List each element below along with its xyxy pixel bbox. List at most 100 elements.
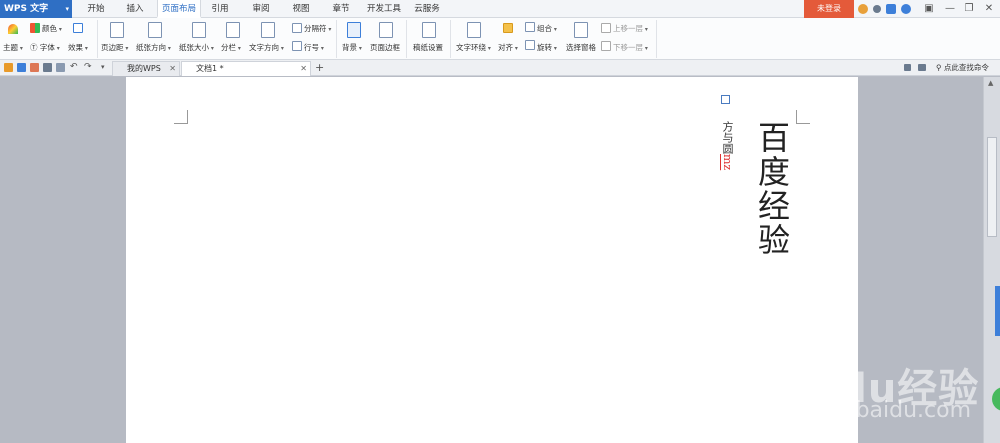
line-numbers-button[interactable]: 行号 (304, 42, 324, 53)
theme-icon (8, 24, 18, 34)
align-icon (503, 23, 513, 33)
scroll-up-icon[interactable]: ▲ (988, 79, 993, 87)
send-backward-button[interactable]: 下移一层 (613, 42, 648, 53)
pin-icon[interactable] (904, 64, 911, 71)
send-backward-icon (601, 41, 611, 51)
export-pdf-icon[interactable] (30, 63, 39, 72)
new-tab-button[interactable]: + (315, 60, 324, 75)
selection-pane-icon (574, 22, 588, 38)
search-command-input[interactable]: ⚲ 点此查找命令 (936, 60, 989, 75)
divider (450, 20, 451, 58)
tab-review[interactable]: 审阅 (244, 0, 278, 18)
paper-size-icon (192, 22, 206, 38)
undo-icon[interactable]: ↶ (70, 63, 79, 72)
breaks-button[interactable]: 分隔符 (304, 23, 331, 34)
rotate-button[interactable]: 旋转 (537, 42, 557, 53)
tab-page-layout[interactable]: 页面布局 (157, 0, 201, 18)
text-direction-icon (261, 22, 275, 38)
bring-forward-icon (601, 23, 611, 33)
misspelled-text: mz (721, 154, 734, 171)
text-wrap-icon (467, 22, 481, 38)
tab-developer[interactable]: 开发工具 (362, 0, 406, 18)
save-icon[interactable] (17, 63, 26, 72)
close-icon[interactable]: ✕ (981, 0, 997, 18)
divider (656, 20, 657, 58)
margin-corner-mark (796, 110, 810, 124)
chevron-down-icon[interactable]: ▾ (101, 63, 110, 72)
login-button[interactable]: 未登录 (804, 0, 854, 18)
search-icon: ⚲ (936, 63, 944, 72)
tab-section[interactable]: 章节 (324, 0, 358, 18)
minimize-ribbon-icon[interactable]: ▣ (921, 0, 937, 18)
divider (406, 20, 407, 58)
breaks-icon (292, 23, 302, 33)
divider (97, 20, 98, 58)
group-icon (525, 22, 535, 32)
selection-pane-button[interactable]: 选择窗格 (566, 42, 596, 53)
document-tab-bar: ↶ ↷ ▾ 我的WPS ✕ 文档1 * ✕ + ⚲ 点此查找命令 (0, 60, 1000, 76)
line-numbers-icon (292, 41, 302, 51)
app-menu-button[interactable]: WPS 文字 ▾ (0, 0, 72, 18)
text-wrap-button[interactable]: 文字环绕 (456, 42, 491, 53)
menu-bar: WPS 文字 ▾ 开始 插入 页面布局 引用 审阅 视图 章节 开发工具 云服务… (0, 0, 1000, 18)
orientation-button[interactable]: 纸张方向 (136, 42, 171, 53)
manuscript-icon (422, 22, 436, 38)
divider (336, 20, 337, 58)
chevron-down-icon: ▾ (65, 5, 69, 13)
open-icon[interactable] (4, 63, 13, 72)
document-page[interactable]: 百度经验 方与圆mz (126, 77, 858, 443)
side-panel-toggle[interactable] (995, 286, 1000, 336)
redo-icon[interactable]: ↷ (84, 63, 93, 72)
watermark-url: jingyan.baidu.com (768, 398, 972, 423)
group-button[interactable]: 组合 (537, 23, 557, 34)
tab-cloud[interactable]: 云服务 (410, 0, 444, 18)
page-border-icon (379, 22, 393, 38)
background-icon (347, 22, 361, 38)
rotate-icon (525, 40, 535, 50)
align-button[interactable]: 对齐 (498, 42, 518, 53)
document-subtitle-text[interactable]: 方与圆mz (720, 121, 734, 170)
tab-label: 文档1 * (196, 64, 224, 73)
minimize-icon[interactable]: — (942, 0, 958, 18)
close-icon[interactable]: ✕ (300, 62, 307, 76)
tab-view[interactable]: 视图 (284, 0, 318, 18)
app-name: WPS 文字 (4, 4, 49, 14)
settings-icon[interactable] (873, 5, 881, 13)
effect-icon (73, 23, 83, 33)
effect-button[interactable]: 效果 (68, 42, 88, 53)
manuscript-button[interactable]: 稿纸设置 (413, 42, 443, 53)
color-button[interactable]: 颜色 (42, 23, 62, 34)
layout-options-icon[interactable] (721, 95, 730, 104)
tab-home[interactable]: 开始 (80, 0, 112, 18)
theme-button[interactable]: 主题 (3, 42, 23, 53)
document-title-text[interactable]: 百度经验 (750, 121, 791, 257)
page-border-button[interactable]: 页面边框 (370, 42, 400, 53)
ribbon: 主题 颜色 Ⓣ 字体 效果 页边距 纸张方向 纸张大小 分栏 文字方向 分隔符 … (0, 18, 1000, 60)
margins-icon (110, 22, 124, 38)
paper-size-button[interactable]: 纸张大小 (179, 42, 214, 53)
text-direction-button[interactable]: 文字方向 (249, 42, 284, 53)
tab-my-wps[interactable]: 我的WPS ✕ (112, 61, 180, 76)
margin-corner-mark (174, 110, 188, 124)
help-icon[interactable] (901, 4, 911, 14)
font-glyph-icon: Ⓣ (30, 43, 40, 52)
tab-document-1[interactable]: 文档1 * ✕ (181, 61, 311, 76)
bring-forward-button[interactable]: 上移一层 (613, 23, 648, 34)
columns-icon (226, 22, 240, 38)
background-button[interactable]: 背景 (342, 42, 362, 53)
columns-button[interactable]: 分栏 (221, 42, 241, 53)
cloud-icon[interactable] (886, 4, 896, 14)
skin-icon[interactable] (858, 4, 868, 14)
tab-insert[interactable]: 插入 (118, 0, 152, 18)
scroll-thumb[interactable] (987, 137, 997, 237)
close-icon[interactable]: ✕ (169, 62, 176, 76)
font-button[interactable]: Ⓣ 字体 (30, 42, 60, 53)
preview-icon[interactable] (56, 63, 65, 72)
orientation-icon (148, 22, 162, 38)
color-icon (30, 23, 40, 33)
margins-button[interactable]: 页边距 (101, 42, 128, 53)
restore-icon[interactable]: ❐ (961, 0, 977, 18)
chat-icon[interactable] (918, 64, 926, 71)
print-icon[interactable] (43, 63, 52, 72)
tab-references[interactable]: 引用 (204, 0, 236, 18)
